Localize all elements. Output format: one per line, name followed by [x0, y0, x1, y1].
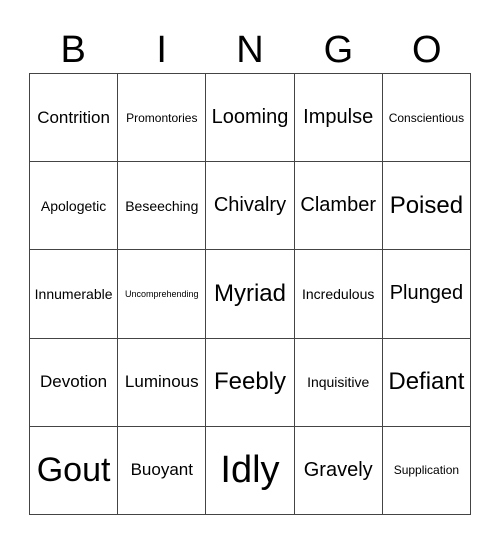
bingo-cell[interactable]: Gout	[30, 426, 119, 515]
bingo-cell[interactable]: Buoyant	[118, 426, 207, 515]
bingo-cell[interactable]: Inquisitive	[294, 338, 383, 427]
bingo-cell[interactable]: Luminous	[118, 338, 207, 427]
bingo-cell[interactable]: Feebly	[206, 338, 295, 427]
bingo-cell[interactable]: Beseeching	[118, 162, 207, 251]
bingo-cell[interactable]: Uncomprehending	[118, 250, 207, 339]
bingo-cell[interactable]: Apologetic	[30, 162, 119, 251]
bingo-cell[interactable]: Contrition	[30, 74, 119, 163]
cell-word: Myriad	[213, 279, 286, 307]
cell-word: Inquisitive	[307, 374, 370, 391]
bingo-cell[interactable]: Clamber	[294, 162, 383, 251]
cell-word: Luminous	[124, 372, 199, 392]
cell-word: Chivalry	[213, 194, 287, 217]
cell-word: Uncomprehending	[125, 288, 199, 299]
header-letter-n: N	[236, 29, 264, 71]
cell-word: Supplication	[393, 463, 460, 478]
cell-word: Beseeching	[125, 197, 199, 214]
bingo-cell[interactable]: Devotion	[30, 338, 119, 427]
bingo-cell[interactable]: Conscientious	[382, 74, 471, 163]
cell-word: Contrition	[37, 107, 110, 127]
cell-word: Gravely	[303, 458, 373, 481]
header-letter-g: G	[323, 29, 354, 71]
bingo-cell[interactable]: Idly	[206, 426, 295, 515]
bingo-cell[interactable]: Defiant	[382, 338, 471, 427]
cell-word: Poised	[389, 191, 464, 219]
bingo-header: B I N G O	[29, 28, 471, 73]
bingo-cell[interactable]: Promontories	[118, 74, 207, 163]
header-letter-o: O	[412, 29, 442, 71]
bingo-cell[interactable]: Incredulous	[294, 250, 383, 339]
bingo-cell[interactable]: Poised	[382, 162, 471, 251]
cell-word: Idly	[220, 448, 280, 491]
cell-word: Looming	[211, 106, 289, 129]
cell-word: Impulse	[303, 106, 374, 129]
bingo-cell[interactable]: Supplication	[382, 426, 471, 515]
cell-word: Conscientious	[388, 110, 465, 125]
bingo-cell[interactable]: Looming	[206, 74, 295, 163]
cell-word: Incredulous	[302, 285, 375, 302]
bingo-cell[interactable]: Myriad	[206, 250, 295, 339]
bingo-cell[interactable]: Gravely	[294, 426, 383, 515]
cell-word: Devotion	[40, 372, 108, 392]
bingo-cell[interactable]: Plunged	[382, 250, 471, 339]
header-letter-b: B	[60, 29, 86, 71]
cell-word: Clamber	[300, 194, 376, 217]
cell-word: Plunged	[389, 282, 464, 305]
cell-word: Buoyant	[130, 460, 193, 480]
bingo-cell[interactable]: Chivalry	[206, 162, 295, 251]
cell-word: Defiant	[388, 368, 465, 396]
cell-word: Promontories	[126, 110, 198, 125]
cell-word: Gout	[36, 450, 111, 489]
bingo-grid: Contrition Promontories Looming Impulse Cons…	[29, 73, 471, 515]
cell-word: Feebly	[213, 368, 287, 396]
cell-word: Innumerable	[34, 285, 113, 302]
cell-word: Apologetic	[40, 197, 107, 214]
header-letter-i: I	[156, 29, 167, 71]
bingo-cell[interactable]: Innumerable	[30, 250, 119, 339]
bingo-cell[interactable]: Impulse	[294, 74, 383, 163]
